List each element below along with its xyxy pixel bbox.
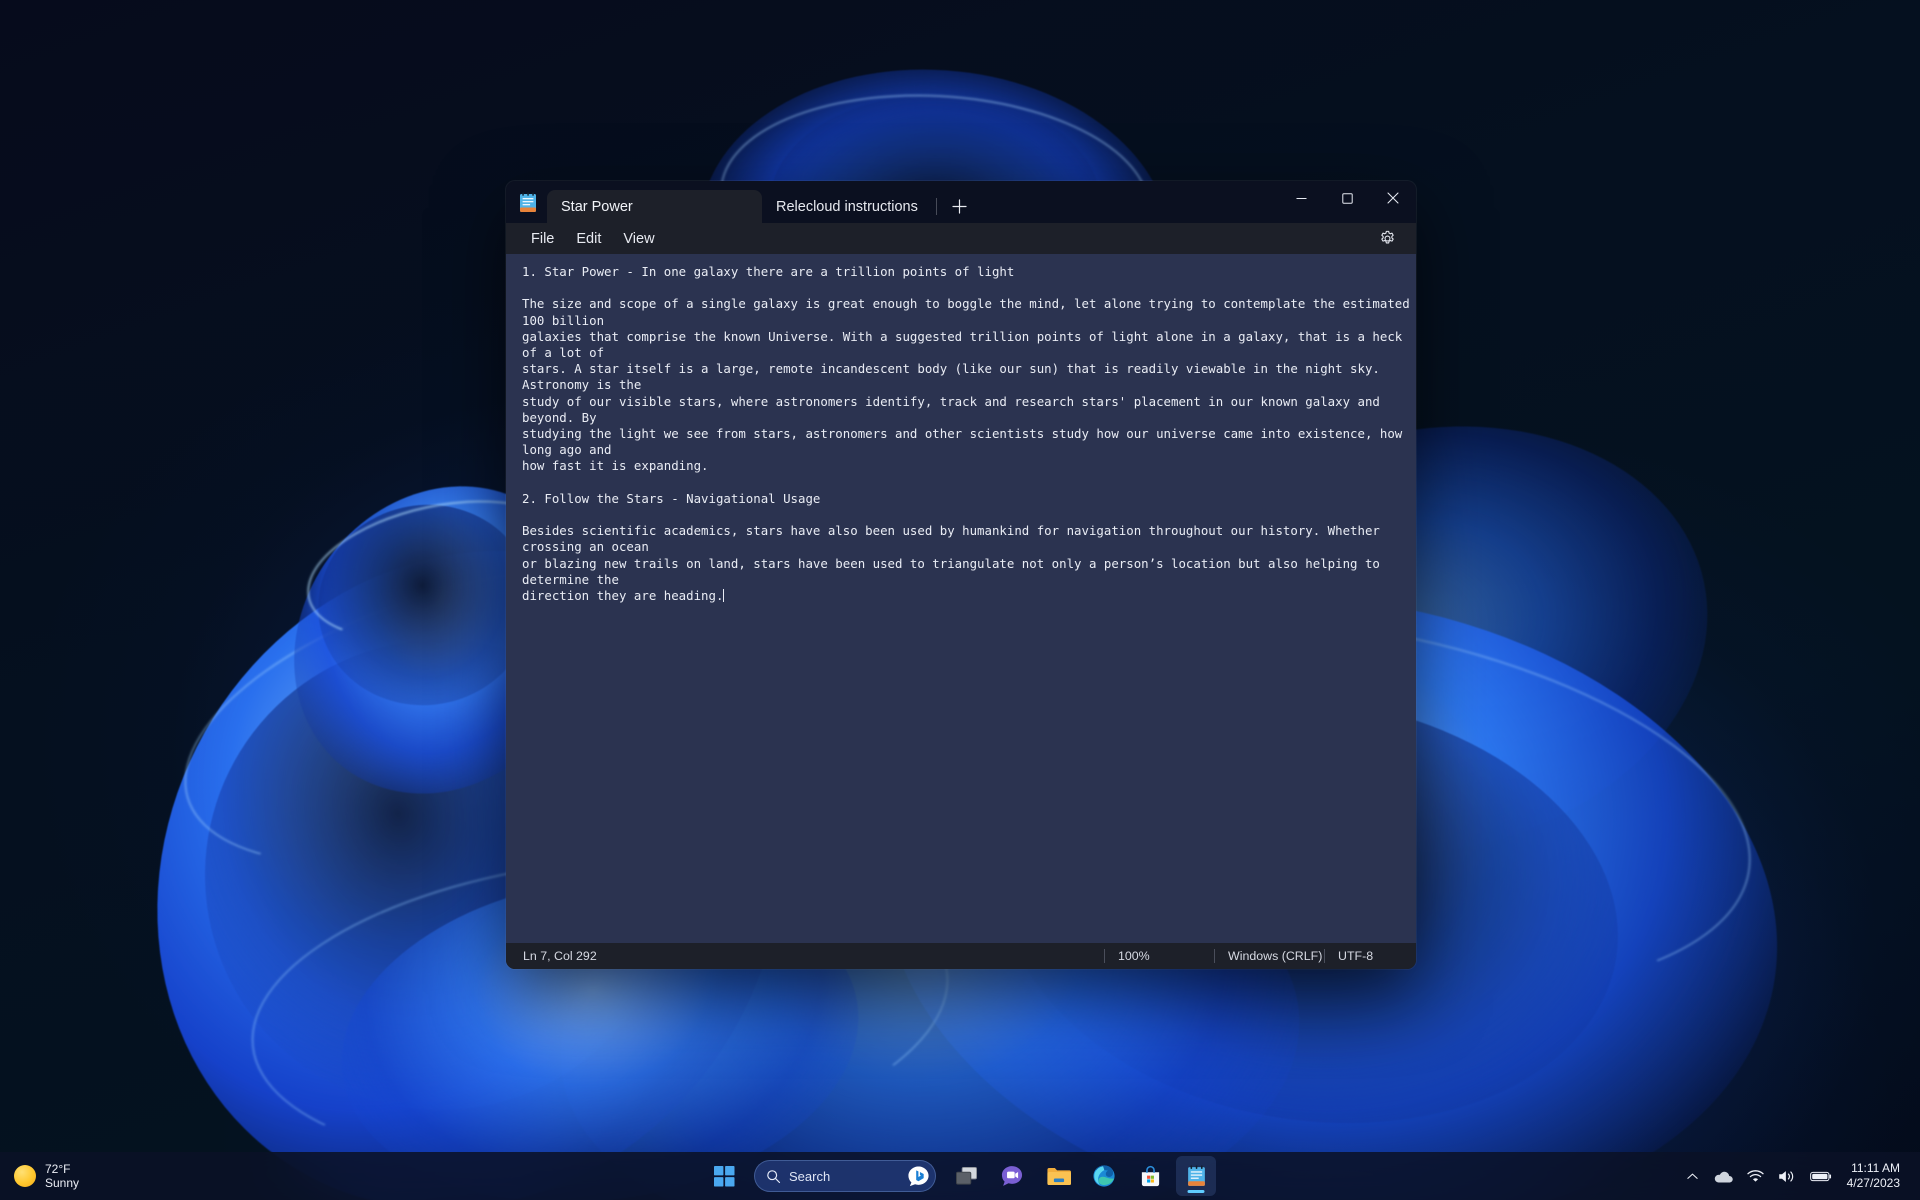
- taskbar-item-microsoft-store[interactable]: [1130, 1156, 1170, 1196]
- taskbar-item-notepad[interactable]: [1176, 1156, 1216, 1196]
- taskbar[interactable]: 72°F Sunny Search 11:11 AM 4/27/2023: [0, 1152, 1920, 1200]
- taskbar-item-task-view[interactable]: [946, 1156, 986, 1196]
- start-button[interactable]: [704, 1156, 744, 1196]
- minimize-button[interactable]: [1278, 181, 1324, 215]
- maximize-button[interactable]: [1324, 181, 1370, 215]
- settings-gear-icon[interactable]: [1372, 226, 1402, 252]
- tab-strip[interactable]: Star Power Relecloud instructions: [547, 181, 1278, 223]
- taskbar-item-file-explorer[interactable]: [1038, 1156, 1078, 1196]
- bing-chat-icon[interactable]: [907, 1165, 930, 1188]
- menu-file[interactable]: File: [520, 227, 565, 251]
- document-blank-line: [522, 475, 1416, 491]
- new-tab-button[interactable]: [943, 191, 977, 221]
- status-bar: Ln 7, Col 292 100% Windows (CRLF) UTF-8: [506, 943, 1416, 969]
- onedrive-cloud-icon[interactable]: [1706, 1156, 1740, 1196]
- text-editor-area[interactable]: 1. Star Power - In one galaxy there are …: [506, 254, 1416, 943]
- status-zoom[interactable]: 100%: [1104, 948, 1214, 964]
- taskbar-center-group[interactable]: Search: [704, 1152, 1216, 1200]
- speaker-volume-icon[interactable]: [1771, 1156, 1803, 1196]
- document-heading-1: 1. Star Power - In one galaxy there are …: [522, 264, 1015, 279]
- document-paragraph-1: The size and scope of a single galaxy is…: [522, 296, 1410, 474]
- document-blank-line: [522, 507, 1416, 523]
- weather-text: 72°F Sunny: [45, 1162, 79, 1190]
- document-paragraph-2-wrap: Besides scientific academics, stars have…: [522, 523, 1416, 604]
- document-heading-2: 2. Follow the Stars - Navigational Usage: [522, 490, 821, 506]
- clock-date-widget[interactable]: 11:11 AM 4/27/2023: [1839, 1161, 1910, 1191]
- taskbar-item-microsoft-edge[interactable]: [1084, 1156, 1124, 1196]
- weather-condition: Sunny: [45, 1176, 80, 1190]
- notepad-icon: [518, 192, 538, 214]
- tab-divider: [935, 198, 937, 215]
- search-icon: [767, 1169, 781, 1183]
- taskbar-item-chat[interactable]: [992, 1156, 1032, 1196]
- search-placeholder: Search: [789, 1168, 831, 1184]
- status-cursor-position[interactable]: Ln 7, Col 292: [506, 949, 597, 963]
- menu-view[interactable]: View: [612, 227, 665, 251]
- clock-date: 4/27/2023: [1846, 1176, 1900, 1190]
- tab-label: Relecloud instructions: [776, 198, 918, 215]
- status-encoding[interactable]: UTF-8: [1324, 948, 1416, 964]
- search-input[interactable]: Search: [754, 1160, 936, 1192]
- weather-temperature: 72°F: [45, 1162, 71, 1176]
- tab-star-power[interactable]: Star Power: [547, 190, 762, 223]
- clock-time: 11:11 AM: [1851, 1161, 1900, 1175]
- document-blank-line: [522, 280, 1416, 296]
- window-controls[interactable]: [1278, 181, 1416, 223]
- close-button[interactable]: [1370, 181, 1416, 215]
- tab-relecloud-instructions[interactable]: Relecloud instructions: [762, 190, 932, 223]
- active-app-indicator: [1187, 1190, 1205, 1193]
- window-titlebar[interactable]: Star Power Relecloud instructions: [506, 181, 1416, 223]
- weather-widget[interactable]: 72°F Sunny: [0, 1162, 79, 1190]
- sun-icon: [14, 1165, 36, 1187]
- text-caret: [723, 589, 725, 603]
- status-right-group: 100% Windows (CRLF) UTF-8: [1104, 948, 1416, 964]
- menu-edit[interactable]: Edit: [565, 227, 612, 251]
- battery-icon[interactable]: [1803, 1156, 1839, 1196]
- tab-label: Star Power: [561, 198, 633, 215]
- wifi-icon[interactable]: [1740, 1156, 1771, 1196]
- menu-bar[interactable]: File Edit View: [506, 223, 1416, 254]
- show-hidden-icons-chevron-up-icon[interactable]: [1679, 1156, 1706, 1196]
- notepad-window[interactable]: Star Power Relecloud instructions File E…: [506, 181, 1416, 969]
- system-tray[interactable]: 11:11 AM 4/27/2023: [1679, 1152, 1920, 1200]
- document-paragraph-2: Besides scientific academics, stars have…: [522, 523, 1380, 604]
- status-line-endings[interactable]: Windows (CRLF): [1214, 948, 1324, 964]
